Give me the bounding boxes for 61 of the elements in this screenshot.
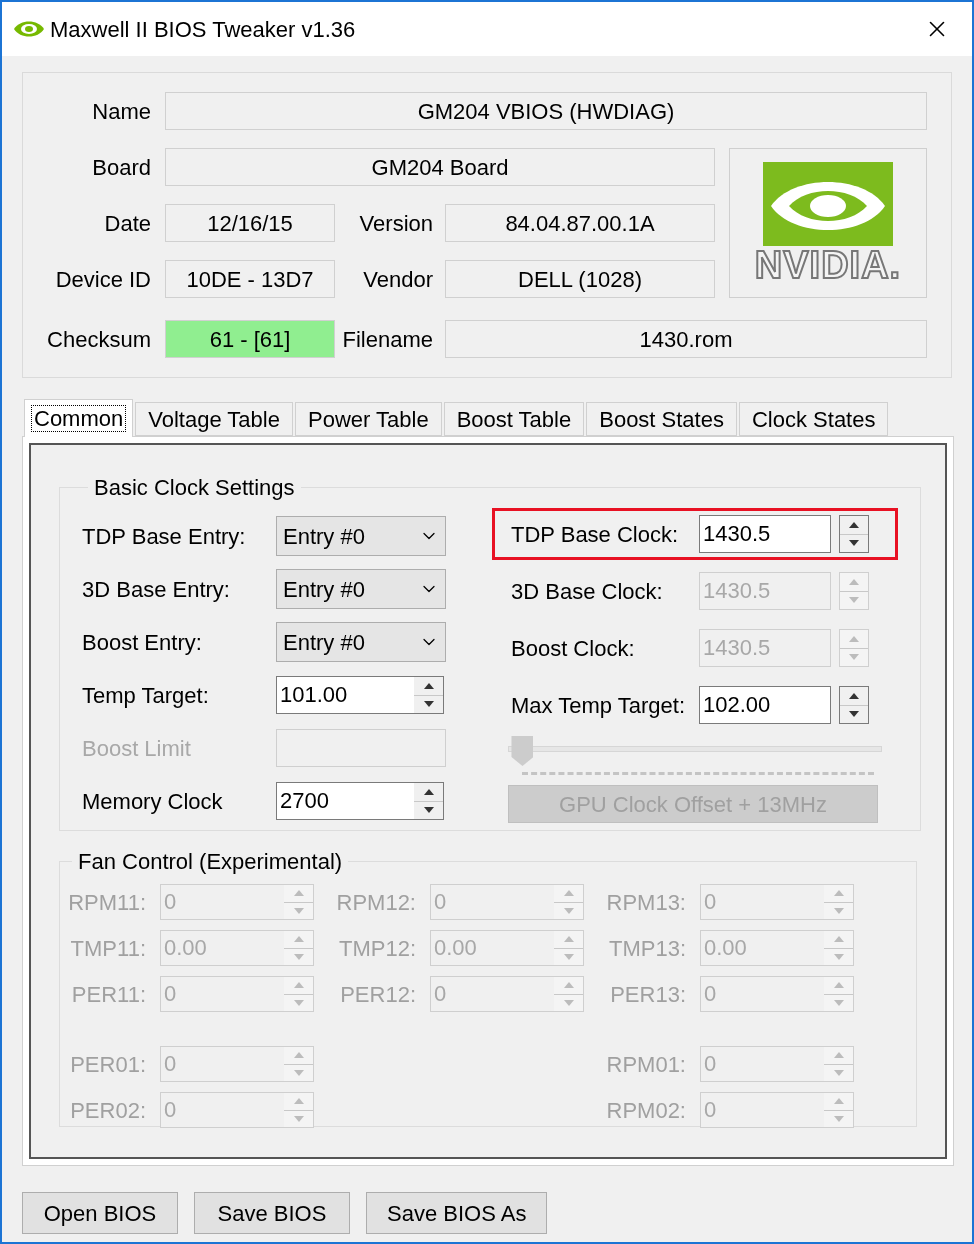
field-label: Boost Clock: (511, 634, 636, 663)
dropdown[interactable]: Entry #0 (276, 622, 446, 662)
readonly-field: GM204 Board (165, 148, 715, 186)
number-field[interactable]: 102.00 (699, 686, 831, 724)
field-label: Version (358, 209, 434, 238)
spin-buttons[interactable] (839, 686, 869, 724)
field-label: TDP Base Clock: (511, 520, 680, 549)
field-label: RPM11: (67, 888, 146, 917)
field-label: Name (91, 97, 151, 126)
field-label: PER02: (69, 1096, 146, 1125)
field-label: PER12: (339, 980, 416, 1009)
group-title: Fan Control (Experimental) (77, 848, 344, 876)
dropdown[interactable]: Entry #0 (276, 569, 446, 609)
text-field[interactable] (276, 729, 446, 767)
readonly-field: 12/16/15 (165, 204, 335, 242)
tab[interactable]: Boost Table (443, 402, 585, 436)
logo-wordmark: NVIDIA. (754, 246, 902, 284)
field-label: TDP Base Entry: (82, 522, 247, 551)
field-label: TMP11: (69, 934, 146, 963)
field-label: TMP12: (337, 934, 416, 963)
field-label: TMP13: (607, 934, 686, 963)
field-label: 3D Base Clock: (511, 577, 664, 606)
field-label: RPM02: (606, 1096, 686, 1125)
field-label: Memory Clock (82, 787, 224, 816)
spin-buttons[interactable] (839, 515, 869, 553)
eye-logo-icon (763, 162, 893, 246)
window-title: Maxwell II BIOS Tweaker v1.36 (50, 15, 356, 44)
tab[interactable]: Voltage Table (135, 402, 293, 436)
readonly-field: GM204 VBIOS (HWDIAG) (165, 92, 927, 130)
field-label: Vendor (362, 265, 434, 294)
field-label: PER01: (69, 1050, 146, 1079)
field-label: RPM13: (606, 888, 686, 917)
field-label: RPM01: (606, 1050, 686, 1079)
tab[interactable]: Power Table (294, 402, 442, 436)
tab[interactable]: Common (24, 399, 134, 437)
field-label: Max Temp Target: (511, 691, 687, 720)
dropdown[interactable]: Entry #0 (276, 516, 446, 556)
action-button[interactable]: Save BIOS (194, 1192, 350, 1234)
readonly-field: 84.04.87.00.1A (445, 204, 715, 242)
field-label: Checksum (46, 325, 151, 354)
field-label: RPM12: (336, 888, 416, 917)
field-label: PER11: (70, 980, 146, 1009)
field-label: Temp Target: (82, 681, 210, 710)
readonly-field: 10DE - 13D7 (165, 260, 335, 298)
readonly-field: DELL (1028) (445, 260, 715, 298)
readonly-field: 61 - [61] (165, 320, 335, 358)
field-label: Boost Limit (82, 734, 192, 763)
field-label: PER13: (609, 980, 686, 1009)
number-field[interactable]: 1430.5 (699, 515, 831, 553)
field-label: Device ID (54, 265, 151, 294)
field-label: Boost Entry: (82, 628, 203, 657)
tab[interactable]: Boost States (586, 402, 737, 436)
field-label: 3D Base Entry: (82, 575, 231, 604)
group-title: Basic Clock Settings (93, 474, 296, 502)
tab[interactable]: Clock States (738, 402, 889, 436)
action-button[interactable]: Open BIOS (22, 1192, 178, 1234)
field-label: Board (91, 153, 151, 182)
readonly-field: 1430.rom (445, 320, 927, 358)
field-label: Filename (341, 325, 434, 354)
field-label: Date (103, 209, 151, 238)
action-button[interactable]: Save BIOS As (366, 1192, 548, 1234)
